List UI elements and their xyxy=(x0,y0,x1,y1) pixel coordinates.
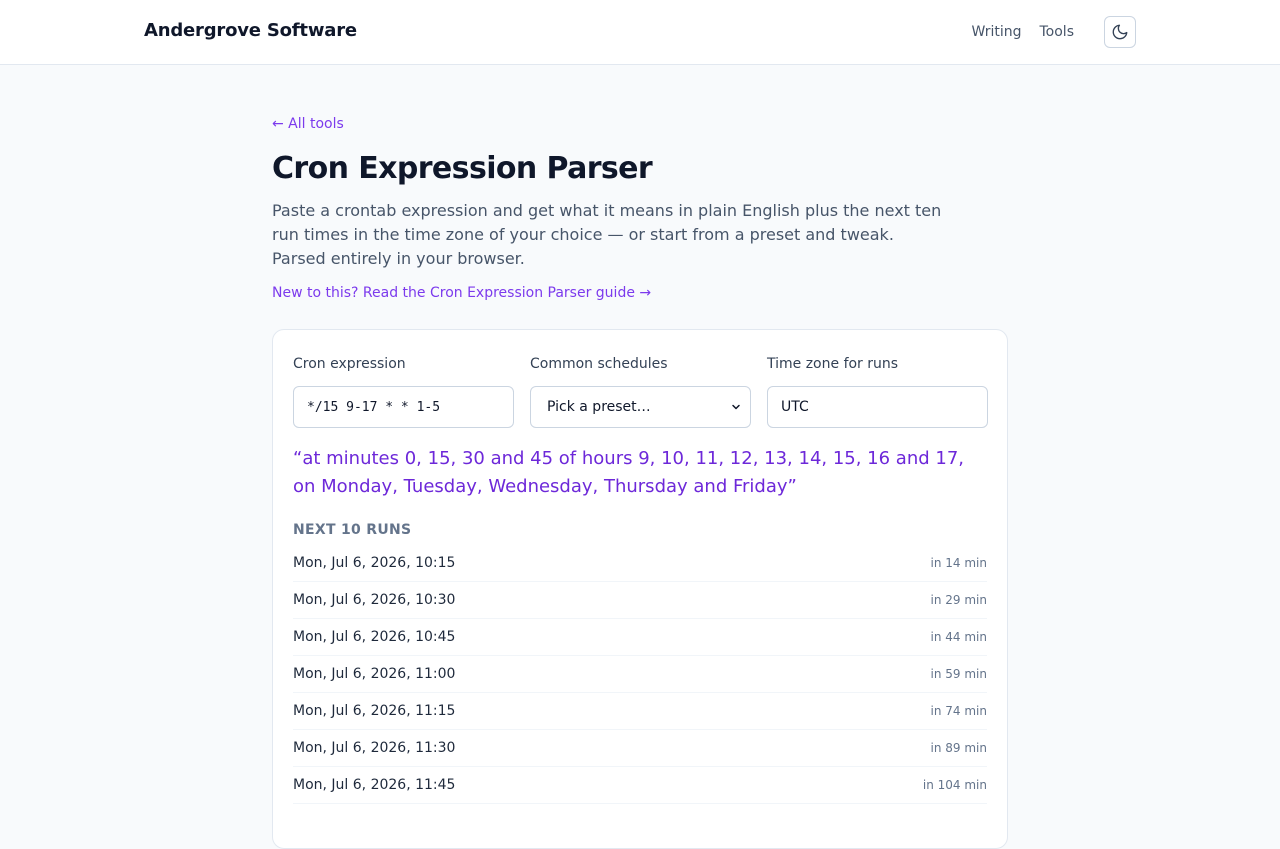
next-runs-list: Mon, Jul 6, 2026, 10:15 in 14 min Mon, J… xyxy=(293,545,987,804)
input-row: Cron expression */15 9-17 * * 1-5 Common… xyxy=(293,354,988,428)
run-relative-time: in 59 min xyxy=(930,667,987,681)
run-relative-time: in 14 min xyxy=(930,556,987,570)
main-nav: Writing Tools xyxy=(972,16,1136,48)
guide-link[interactable]: New to this? Read the Cron Expression Pa… xyxy=(272,285,1008,301)
preset-select[interactable]: Pick a preset… xyxy=(530,386,751,428)
site-header: Andergrove Software Writing Tools xyxy=(0,0,1280,65)
run-date: Mon, Jul 6, 2026, 10:15 xyxy=(293,555,456,571)
page-title: Cron Expression Parser xyxy=(272,151,653,186)
run-date: Mon, Jul 6, 2026, 10:30 xyxy=(293,592,456,608)
run-relative-time: in 29 min xyxy=(930,593,987,607)
page-intro: Paste a crontab expression and get what … xyxy=(272,201,942,268)
timezone-input[interactable]: UTC xyxy=(767,386,988,428)
main-content: ← All tools Cron Expression Parser Paste… xyxy=(272,116,1008,849)
run-row: Mon, Jul 6, 2026, 11:15 in 74 min xyxy=(293,693,987,730)
run-date: Mon, Jul 6, 2026, 11:45 xyxy=(293,777,456,793)
nav-writing-link[interactable]: Writing xyxy=(972,16,1022,48)
preset-select-value: Pick a preset… xyxy=(547,399,651,415)
parser-card: Cron expression */15 9-17 * * 1-5 Common… xyxy=(272,329,1008,849)
common-schedules-label: Common schedules xyxy=(530,356,668,372)
cron-expression-value: */15 9-17 * * 1-5 xyxy=(307,399,441,415)
cron-field-group: Cron expression */15 9-17 * * 1-5 xyxy=(293,354,514,428)
timezone-field-group: Time zone for runs UTC xyxy=(767,354,988,428)
cron-expression-input[interactable]: */15 9-17 * * 1-5 xyxy=(293,386,514,428)
timezone-value: UTC xyxy=(781,399,809,415)
run-row: Mon, Jul 6, 2026, 10:45 in 44 min xyxy=(293,619,987,656)
theme-toggle-button[interactable] xyxy=(1104,16,1136,48)
all-tools-link[interactable]: ← All tools xyxy=(272,116,1008,136)
run-relative-time: in 104 min xyxy=(922,778,987,792)
cron-expression-label: Cron expression xyxy=(293,356,406,372)
run-row: Mon, Jul 6, 2026, 10:30 in 29 min xyxy=(293,582,987,619)
run-row: Mon, Jul 6, 2026, 10:15 in 14 min xyxy=(293,545,987,582)
run-relative-time: in 74 min xyxy=(930,704,987,718)
run-date: Mon, Jul 6, 2026, 11:15 xyxy=(293,703,456,719)
site-brand[interactable]: Andergrove Software xyxy=(144,20,357,41)
cron-description: “at minutes 0, 15, 30 and 45 of hours 9,… xyxy=(293,448,965,497)
run-relative-time: in 44 min xyxy=(930,630,987,644)
run-row: Mon, Jul 6, 2026, 11:30 in 89 min xyxy=(293,730,987,767)
preset-field-group: Common schedules Pick a preset… xyxy=(530,354,751,428)
run-date: Mon, Jul 6, 2026, 11:30 xyxy=(293,740,456,756)
run-row: Mon, Jul 6, 2026, 11:45 in 104 min xyxy=(293,767,987,804)
run-relative-time: in 89 min xyxy=(930,741,987,755)
next-runs-heading: NEXT 10 RUNS xyxy=(293,522,412,538)
timezone-label: Time zone for runs xyxy=(767,356,899,372)
run-date: Mon, Jul 6, 2026, 10:45 xyxy=(293,629,456,645)
run-date: Mon, Jul 6, 2026, 11:00 xyxy=(293,666,456,682)
chevron-down-icon xyxy=(732,404,740,410)
moon-icon xyxy=(1112,24,1128,40)
nav-tools-link[interactable]: Tools xyxy=(1040,16,1075,48)
run-row: Mon, Jul 6, 2026, 11:00 in 59 min xyxy=(293,656,987,693)
